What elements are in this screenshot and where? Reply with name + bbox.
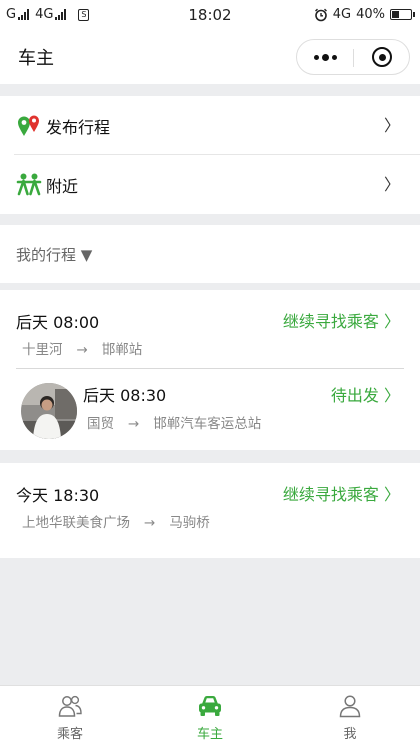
route-from: 上地华联美食广场: [22, 515, 130, 531]
person-icon: [339, 695, 361, 718]
nearby-label: 附近: [46, 177, 79, 196]
people-nearby-icon: [16, 173, 42, 196]
trip-time: 后天 08:00: [16, 313, 100, 332]
people-icon: [58, 695, 82, 717]
tab-label: 我: [343, 727, 357, 742]
nav-bar: 车主: [0, 30, 420, 84]
route-to: 马驹桥: [169, 515, 210, 531]
continue-search-link[interactable]: 继续寻找乘客 〉: [283, 308, 400, 332]
trip-route: 上地华联美食广场 → 马驹桥: [22, 511, 210, 531]
status-bar: G 4G S 18:02 4G 40%: [0, 0, 420, 30]
arrow-right-icon: →: [76, 342, 88, 358]
network-type: 4G: [332, 7, 352, 22]
tab-driver[interactable]: 车主: [140, 686, 280, 747]
chevron-right-icon: 〉: [383, 116, 400, 135]
arrow-right-icon: →: [128, 416, 140, 432]
chevron-right-icon: 〉: [383, 175, 400, 194]
battery-icon: [390, 9, 415, 20]
tab-me[interactable]: 我: [280, 686, 420, 747]
publish-trip-row[interactable]: 发布行程 〉: [0, 96, 420, 154]
trip-time: 后天 08:30: [83, 386, 167, 405]
continue-search-link[interactable]: 继续寻找乘客 〉: [283, 481, 400, 505]
car-icon: [199, 696, 221, 716]
route-to: 邯郸汽车客运总站: [153, 416, 262, 432]
pending-departure-link[interactable]: 待出发 〉: [331, 382, 400, 406]
status-right: 4G 40%: [314, 7, 415, 22]
tab-label: 车主: [196, 727, 223, 742]
tab-bar: 乘客 车主 我: [0, 685, 420, 747]
avatar: [21, 383, 77, 439]
map-pin-icon: [18, 115, 39, 136]
tab-passenger[interactable]: 乘客: [0, 686, 140, 747]
route-from: 国贸: [87, 416, 114, 432]
trip-card: 今天 18:30 继续寻找乘客 〉 上地华联美食广场 → 马驹桥: [0, 463, 420, 558]
trip-card: 后天 08:00 继续寻找乘客 〉 十里河 → 邯郸站 后天 08:30 待出发 〉…: [0, 290, 420, 450]
close-button[interactable]: [354, 40, 410, 74]
page-title: 车主: [18, 48, 54, 69]
trip-route: 十里河 → 邯郸站: [22, 338, 142, 358]
route-to: 邯郸站: [101, 342, 143, 358]
mini-program-capsule: [296, 39, 410, 75]
trip-time: 今天 18:30: [16, 486, 100, 505]
target-icon: [372, 47, 392, 67]
menu-card: 发布行程 〉 附近 〉: [0, 96, 420, 214]
battery-percent: 40%: [356, 7, 385, 22]
more-button[interactable]: [297, 40, 353, 74]
nearby-row[interactable]: 附近 〉: [0, 155, 420, 213]
divider: [16, 368, 404, 369]
tab-label: 乘客: [56, 727, 83, 742]
my-trips-label: 我的行程 ▼: [16, 246, 93, 264]
trip-route: 国贸 → 邯郸汽车客运总站: [87, 412, 261, 432]
my-trips-dropdown[interactable]: 我的行程 ▼: [0, 225, 420, 283]
publish-trip-label: 发布行程: [46, 118, 111, 137]
arrow-right-icon: →: [144, 515, 156, 531]
route-from: 十里河: [22, 342, 63, 358]
alarm-icon: [314, 8, 327, 21]
